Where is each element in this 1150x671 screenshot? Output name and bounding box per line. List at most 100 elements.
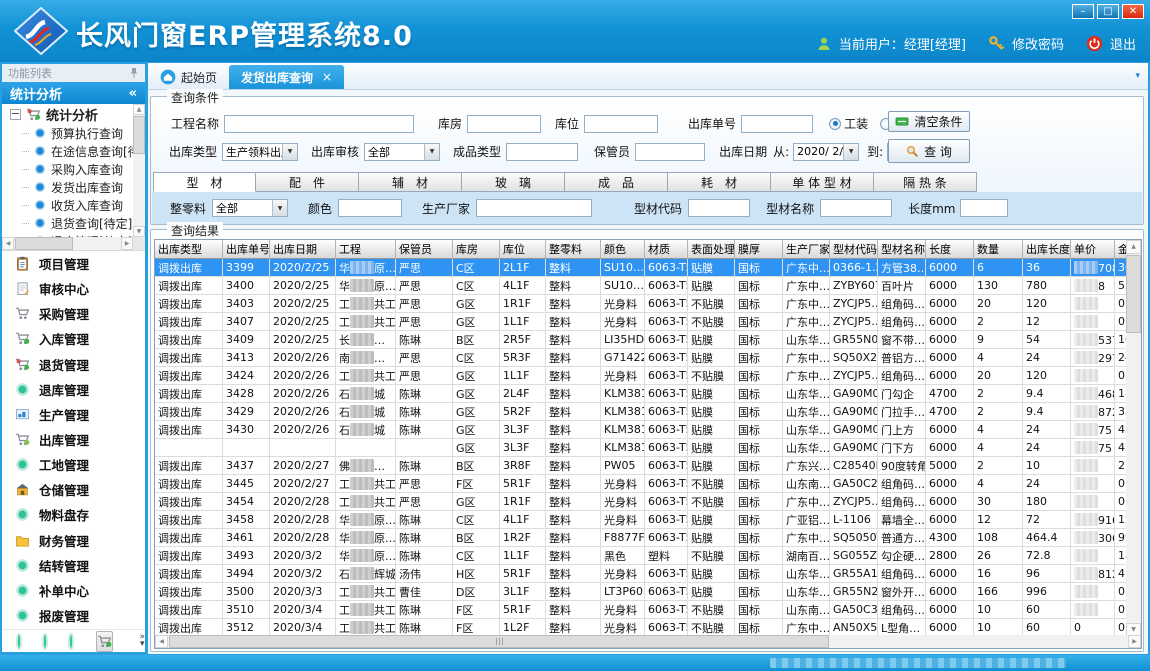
scroll-down-icon[interactable]: ▼: [133, 226, 145, 237]
sidebar-module[interactable]: 补单中心: [2, 578, 145, 603]
product-type-input[interactable]: [506, 143, 578, 161]
minimize-button[interactable]: –: [1072, 4, 1094, 19]
table-row[interactable]: 调拨出库34092020/2/25长…陈琳B区2R5F整料LI35HD6063-…: [155, 331, 1141, 349]
column-header[interactable]: 工程: [336, 240, 396, 259]
keeper-input[interactable]: [635, 143, 705, 161]
table-row[interactable]: 调拨出库34582020/2/28华原…陈琳C区4L1F整料光身料6063-T5…: [155, 511, 1141, 529]
color-input[interactable]: [338, 199, 402, 217]
column-header[interactable]: 数量: [974, 240, 1023, 259]
table-row[interactable]: 调拨出库34542020/2/28工共工程严思G区1R1F整料光身料6063-T…: [155, 493, 1141, 511]
sidebar-module[interactable]: 审核中心: [2, 276, 145, 301]
logout-link[interactable]: 退出: [1110, 34, 1136, 53]
scroll-up-icon[interactable]: ▲: [1126, 240, 1141, 254]
warehouse-input[interactable]: [467, 115, 541, 133]
column-header[interactable]: 出库单号: [223, 240, 270, 259]
column-header[interactable]: 单价: [1071, 240, 1115, 259]
scrollbar-thumb[interactable]: [1126, 255, 1141, 333]
radio-industrial[interactable]: [829, 118, 841, 130]
sidebar-section-header[interactable]: 统计分析 «: [2, 82, 145, 104]
scroll-left-icon[interactable]: ◀: [2, 237, 14, 250]
column-header[interactable]: 库房: [453, 240, 500, 259]
sidebar-module[interactable]: 退货管理: [2, 352, 145, 377]
column-header[interactable]: 型材代码: [830, 240, 878, 259]
tree-expander-icon[interactable]: [10, 109, 21, 120]
audit-combo[interactable]: 全部▼: [364, 143, 440, 161]
table-row[interactable]: 调拨出库34302020/2/26石城陈琳G区3L3F整料KLM38176063…: [155, 421, 1141, 439]
table-row[interactable]: 调拨出库34292020/2/26石城陈琳G区5R2F整料KLM38176063…: [155, 403, 1141, 421]
table-row[interactable]: 调拨出库35002020/3/3工共工程曹佳D区3L1F整料LT3P606063…: [155, 583, 1141, 601]
grid-horizontal-scrollbar[interactable]: ◀ ▶: [155, 635, 1141, 648]
scrollbar-thumb[interactable]: [15, 237, 73, 250]
column-header[interactable]: 长度: [926, 240, 974, 259]
column-header[interactable]: 出库类型: [155, 240, 223, 259]
module-dot-icon[interactable]: [70, 635, 72, 648]
table-row[interactable]: 调拨出库34132020/2/26南…严思C区5R3F整料G714226063-…: [155, 349, 1141, 367]
table-row[interactable]: 调拨出库34942020/3/2石辉城汤伟H区5R1F整料光身料6063-T5贴…: [155, 565, 1141, 583]
scroll-right-icon[interactable]: ▶: [121, 237, 133, 250]
sidebar-module[interactable]: 采购管理: [2, 301, 145, 326]
column-header[interactable]: 颜色: [601, 240, 645, 259]
column-header[interactable]: 保管员: [396, 240, 453, 259]
scroll-up-icon[interactable]: ▲: [133, 104, 145, 115]
table-row[interactable]: 调拨出库34002020/2/25华原…严思C区4L1F整料SU10…6063-…: [155, 277, 1141, 295]
material-tab[interactable]: 耗 材: [668, 172, 771, 192]
table-row[interactable]: 调拨出库34452020/2/27工共工程严思F区5R1F整料光身料6063-T…: [155, 475, 1141, 493]
outbound-type-combo[interactable]: 生产领料出库▼: [222, 143, 298, 161]
sidebar-module[interactable]: 退库管理: [2, 377, 145, 402]
column-header[interactable]: 生产厂家: [783, 240, 830, 259]
tab-close-icon[interactable]: ×: [322, 70, 332, 84]
table-row[interactable]: 调拨出库34932020/3/2华原…陈琳C区1L1F整料黑色塑料不贴膜国标湖南…: [155, 547, 1141, 565]
table-row[interactable]: 调拨出库34072020/2/25工共工程严思G区1L1F整料光身料6063-T…: [155, 313, 1141, 331]
maximize-button[interactable]: □: [1097, 4, 1119, 19]
scroll-right-icon[interactable]: ▶: [1128, 635, 1141, 648]
column-header[interactable]: 出库日期: [270, 240, 336, 259]
table-row[interactable]: 调拨出库34242020/2/26工共工程严思G区1L1F整料光身料6063-T…: [155, 367, 1141, 385]
sidebar-module[interactable]: 项目管理: [2, 251, 145, 276]
scrollbar-thumb[interactable]: [133, 116, 145, 154]
module-dot-icon[interactable]: [18, 635, 20, 648]
sidebar-module[interactable]: 仓储管理: [2, 477, 145, 502]
change-password-link[interactable]: 修改密码: [1012, 34, 1064, 53]
sidebar-module[interactable]: 工地管理: [2, 452, 145, 477]
material-tab[interactable]: 辅 材: [359, 172, 462, 192]
column-header[interactable]: 表面处理: [688, 240, 735, 259]
sidebar-module[interactable]: 财务管理: [2, 528, 145, 553]
clear-conditions-button[interactable]: 清空条件: [888, 111, 970, 132]
pin-icon[interactable]: [129, 67, 139, 79]
table-row[interactable]: 调拨出库33992020/2/25华原…严思C区2L1F整料SU10…6063-…: [155, 259, 1141, 277]
sidebar-module[interactable]: 报废管理: [2, 603, 145, 628]
project-name-input[interactable]: [224, 115, 414, 133]
close-button[interactable]: ✕: [1122, 4, 1144, 19]
table-row[interactable]: 调拨出库34372020/2/27佛…陈琳B区3R8F整料PW056063-T5…: [155, 457, 1141, 475]
bin-input[interactable]: [584, 115, 658, 133]
column-header[interactable]: 膜厚: [735, 240, 783, 259]
scrollbar-thumb[interactable]: [169, 635, 829, 648]
search-button[interactable]: 查 询: [888, 139, 970, 163]
sidebar-module[interactable]: 结转管理: [2, 553, 145, 578]
material-tab[interactable]: 隔 热 条: [874, 172, 977, 192]
table-row[interactable]: 调拨出库34282020/2/26石城陈琳G区2L4F整料KLM38176063…: [155, 385, 1141, 403]
whole-part-combo[interactable]: 全部▼: [212, 199, 288, 217]
scroll-left-icon[interactable]: ◀: [155, 635, 168, 648]
sidebar-module[interactable]: 物料盘存: [2, 502, 145, 527]
sidebar-module[interactable]: 生产管理: [2, 402, 145, 427]
table-row[interactable]: 调拨出库34612020/2/28华原…陈琳B区1R2F整料F8877FT606…: [155, 529, 1141, 547]
tab-list-dropdown-icon[interactable]: ▾: [1135, 71, 1140, 81]
order-no-input[interactable]: [741, 115, 813, 133]
collapse-button[interactable]: «: [129, 86, 137, 101]
sidebar-overflow-button[interactable]: » ▾: [139, 634, 145, 648]
column-header[interactable]: 库位: [500, 240, 546, 259]
column-header[interactable]: 整零料: [546, 240, 601, 259]
tree-item[interactable]: 收货入库查询: [2, 196, 145, 214]
sidebar-module[interactable]: 入库管理: [2, 326, 145, 351]
sidebar-module[interactable]: 出库管理: [2, 427, 145, 452]
length-input[interactable]: [960, 199, 1008, 217]
tree-horizontal-scrollbar[interactable]: ◀ ▶: [2, 237, 133, 250]
tree-item[interactable]: 发货出库查询: [2, 178, 145, 196]
material-tab[interactable]: 配 件: [256, 172, 359, 192]
table-row[interactable]: G区3L3F整料KLM38176063-T5贴膜国标山东华…GA90M09.门下…: [155, 439, 1141, 457]
column-header[interactable]: 材质: [645, 240, 688, 259]
material-tab[interactable]: 成 品: [565, 172, 668, 192]
material-tab[interactable]: 型 材: [153, 172, 256, 192]
tab-home[interactable]: 起始页: [148, 65, 229, 89]
